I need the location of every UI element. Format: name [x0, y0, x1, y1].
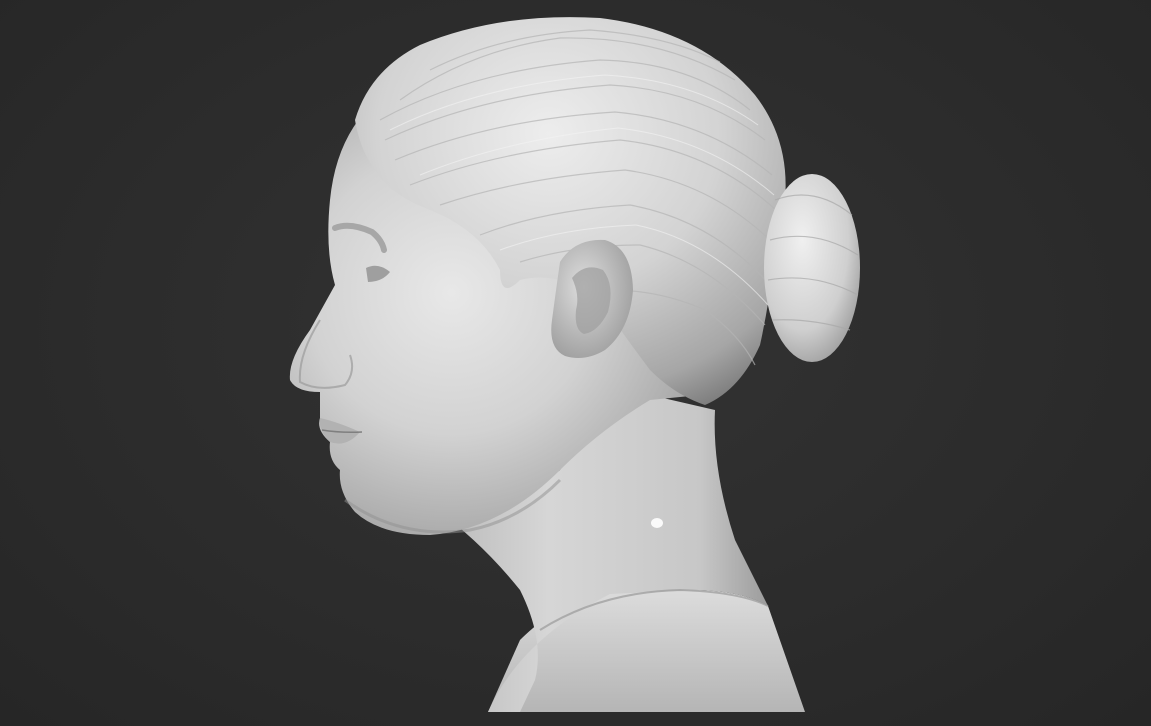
3d-viewport[interactable]	[0, 0, 1151, 726]
hair-bun	[764, 174, 860, 362]
neck-highlight	[651, 518, 663, 528]
sculpt-render	[289, 17, 860, 712]
